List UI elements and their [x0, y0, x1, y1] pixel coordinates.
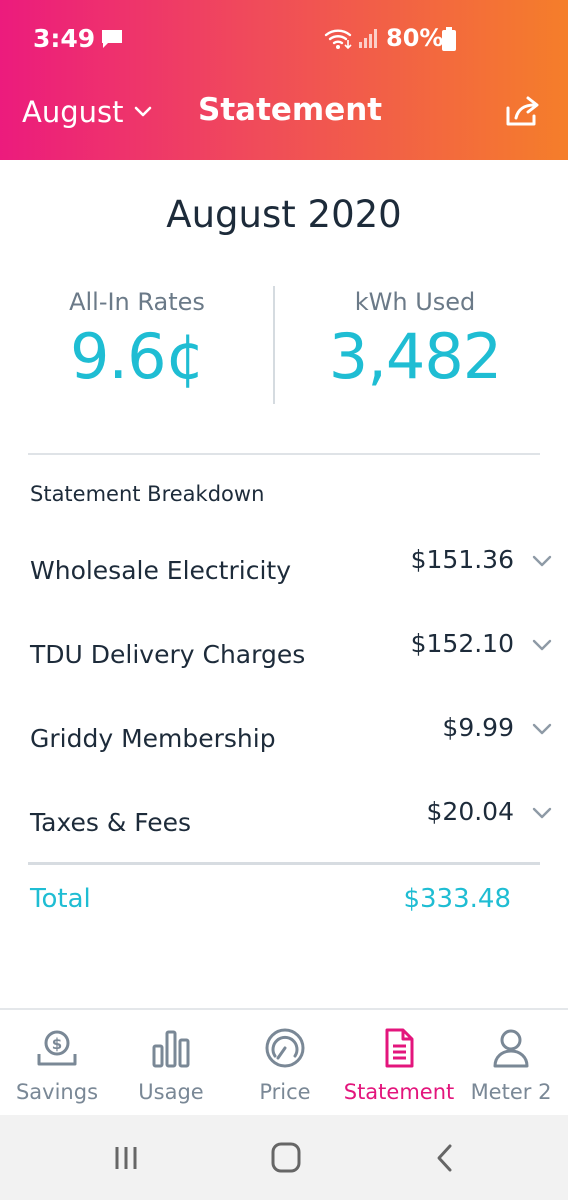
tab-usage[interactable]: Usage — [114, 1010, 228, 1117]
line-item-amount: $20.04 — [426, 797, 514, 826]
bar-chart-icon — [152, 1030, 190, 1068]
share-icon[interactable] — [504, 94, 542, 128]
piggy-coin-icon: $ — [37, 1030, 77, 1066]
home-icon[interactable] — [266, 1141, 306, 1175]
signal-icon — [359, 29, 377, 48]
status-bar: 3:49 80% — [0, 18, 568, 58]
metric-value: 3,482 — [328, 320, 503, 393]
line-item-label: Griddy Membership — [30, 724, 276, 753]
chevron-down-icon — [532, 555, 552, 567]
divider — [28, 453, 540, 455]
tab-label: Meter 2 — [470, 1080, 552, 1104]
battery-percent: 80% — [386, 24, 444, 52]
wifi-icon — [324, 29, 352, 50]
tab-savings[interactable]: $ Savings — [0, 1010, 114, 1117]
chevron-down-icon — [532, 807, 552, 819]
chevron-down-icon — [532, 639, 552, 651]
battery-icon — [442, 27, 456, 51]
line-item-wholesale-electricity[interactable]: Wholesale Electricity $151.36 — [0, 540, 568, 600]
month-selector[interactable]: August — [22, 92, 152, 132]
metric-divider — [273, 286, 275, 404]
status-time: 3:49 — [33, 24, 96, 53]
line-item-label: Taxes & Fees — [30, 808, 192, 837]
total-amount: $333.48 — [403, 884, 511, 914]
app-header: 3:49 80% August Statement — [0, 0, 568, 160]
back-icon[interactable] — [426, 1141, 466, 1175]
tab-label: Usage — [138, 1080, 204, 1104]
line-item-griddy-membership[interactable]: Griddy Membership $9.99 — [0, 708, 568, 768]
tab-label: Statement — [343, 1080, 455, 1104]
statement-period: August 2020 — [166, 193, 402, 236]
metric-label: All-In Rates — [69, 288, 205, 316]
chevron-down-icon — [134, 106, 151, 117]
metric-label: kWh Used — [354, 288, 476, 316]
line-item-amount: $151.36 — [410, 545, 514, 574]
metric-value: 9.6¢ — [69, 320, 205, 393]
tab-label: Savings — [15, 1080, 99, 1104]
page-title: Statement — [198, 92, 383, 128]
line-item-taxes-fees[interactable]: Taxes & Fees $20.04 — [0, 792, 568, 852]
month-label: August — [22, 95, 124, 129]
tab-statement[interactable]: Statement — [342, 1010, 456, 1117]
bottom-tab-bar: $ Savings Usage Price Statement Meter 2 — [0, 1008, 568, 1115]
gauge-icon — [265, 1028, 305, 1068]
line-item-label: Wholesale Electricity — [30, 556, 291, 585]
document-icon — [385, 1028, 414, 1068]
chevron-down-icon — [532, 723, 552, 735]
line-item-label: TDU Delivery Charges — [30, 640, 306, 669]
kwh-used-metric: kWh Used 3,482 — [276, 288, 554, 393]
system-nav-bar — [0, 1115, 568, 1200]
all-in-rate-metric: All-In Rates 9.6¢ — [0, 288, 274, 393]
svg-text:$: $ — [52, 1035, 62, 1053]
recent-apps-icon[interactable] — [106, 1141, 146, 1175]
message-icon — [102, 30, 122, 48]
user-icon — [493, 1029, 529, 1068]
line-item-amount: $152.10 — [410, 629, 514, 658]
breakdown-title: Statement Breakdown — [30, 482, 265, 506]
total-divider — [28, 862, 540, 865]
line-item-tdu-delivery-charges[interactable]: TDU Delivery Charges $152.10 — [0, 624, 568, 684]
tab-meter-2[interactable]: Meter 2 — [454, 1010, 568, 1117]
total-label: Total — [30, 884, 91, 914]
tab-price[interactable]: Price — [228, 1010, 342, 1117]
line-item-amount: $9.99 — [442, 713, 514, 742]
tab-label: Price — [259, 1080, 311, 1104]
